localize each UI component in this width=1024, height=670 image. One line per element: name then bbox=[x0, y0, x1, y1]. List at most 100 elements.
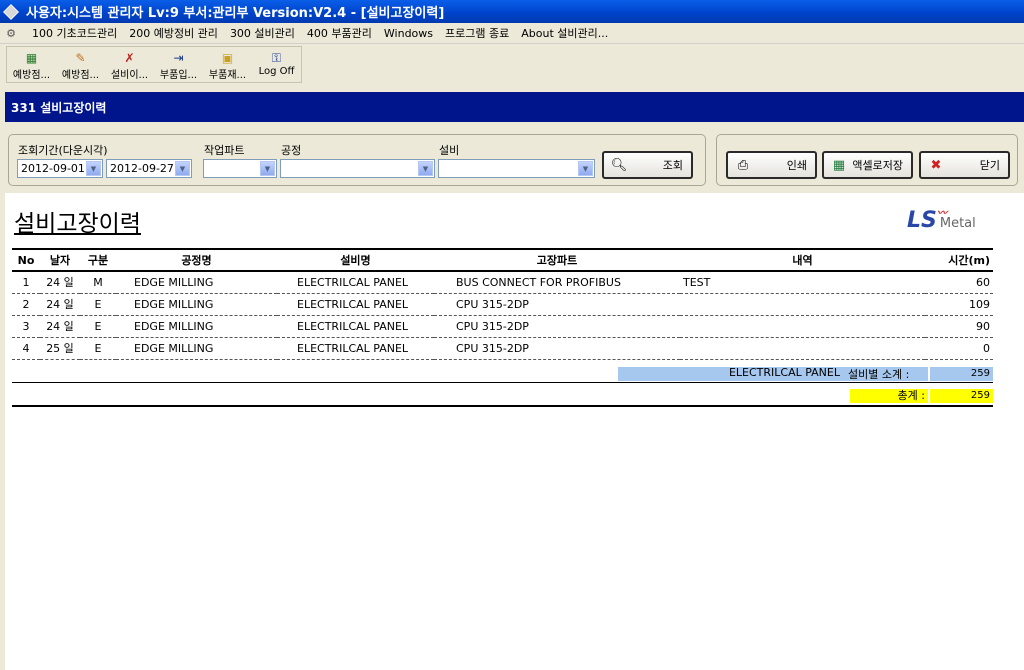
print-button[interactable]: ⎙ 인쇄 bbox=[726, 151, 817, 179]
logo-text: LS bbox=[907, 208, 937, 233]
toolbar-button-preventive-1[interactable]: ▦ 예방점... bbox=[7, 47, 56, 82]
action-panel: ⎙ 인쇄 ▦ 액셀로저장 ✖ 닫기 bbox=[716, 134, 1018, 186]
menu-bar: ⚙ 100 기초코드관리 200 예방정비 관리 300 설비관리 400 부품… bbox=[0, 23, 1024, 44]
process-label: 공정 bbox=[281, 144, 302, 157]
menu-basic-codes[interactable]: 100 기초코드관리 bbox=[26, 25, 123, 41]
cell-process: EDGE MILLING bbox=[116, 315, 277, 338]
subtotal-caption: 설비별 소계 : bbox=[848, 368, 910, 381]
toolbar-button-parts-in[interactable]: ⇥ 부품입... bbox=[154, 47, 203, 82]
col-process: 공정명 bbox=[116, 248, 277, 272]
print-button-label: 인쇄 bbox=[786, 159, 807, 172]
document-icon[interactable]: ⚙ bbox=[4, 26, 18, 40]
menu-windows[interactable]: Windows bbox=[378, 27, 439, 40]
window-titlebar: 사용자:시스템 관리자 Lv:9 부서:관리부 Version:V2.4 - [… bbox=[0, 0, 1024, 23]
toolbar-label: 부품입... bbox=[159, 70, 198, 81]
process-select[interactable]: ▼ bbox=[280, 159, 435, 178]
cell-type: E bbox=[80, 293, 116, 316]
toolbar-button-preventive-2[interactable]: ✎ 예방점... bbox=[56, 47, 105, 82]
cell-no: 1 bbox=[12, 271, 40, 294]
printer-icon: ⎙ bbox=[737, 157, 749, 173]
col-time: 시간(m) bbox=[925, 248, 993, 272]
cell-equipment: ELECTRILCAL PANEL bbox=[277, 337, 434, 360]
cell-process: EDGE MILLING bbox=[116, 293, 277, 316]
total-value: 259 bbox=[930, 389, 993, 403]
cell-date: 25 일 bbox=[40, 337, 80, 360]
excel-export-button[interactable]: ▦ 액셀로저장 bbox=[822, 151, 913, 179]
cell-time: 0 bbox=[925, 337, 993, 360]
toolbar-label: Log Off bbox=[258, 66, 295, 77]
table-row: 1 24 일 M EDGE MILLING ELECTRILCAL PANEL … bbox=[12, 271, 993, 294]
subtotal-row: ELECTRILCAL PANEL 설비별 소계 : 259 bbox=[12, 361, 993, 383]
failure-history-table: No 날자 구분 공정명 설비명 고장파트 내역 시간(m) 1 24 일 M … bbox=[12, 248, 993, 360]
total-caption: 총계 : bbox=[850, 389, 928, 403]
app-icon bbox=[3, 3, 19, 20]
chevron-down-icon[interactable]: ▼ bbox=[86, 161, 101, 176]
chevron-down-icon[interactable]: ▼ bbox=[175, 161, 190, 176]
equipment-label: 설비 bbox=[439, 144, 460, 157]
date-to-select[interactable]: 2012-09-27 ▼ bbox=[106, 159, 192, 178]
cell-no: 2 bbox=[12, 293, 40, 316]
form-header: 331 설비고장이력 bbox=[5, 92, 1024, 122]
toolbar: ▦ 예방점... ✎ 예방점... ✗ 설비이... ⇥ 부품입... ▣ 부품… bbox=[6, 46, 302, 83]
cell-date: 24 일 bbox=[40, 293, 80, 316]
ls-metal-logo: LS Metal 〰 bbox=[907, 208, 976, 233]
close-icon: ✖ bbox=[930, 157, 942, 173]
toolbar-button-parts-stock[interactable]: ▣ 부품재... bbox=[203, 47, 252, 82]
toolbar-button-equipment-history[interactable]: ✗ 설비이... bbox=[105, 47, 154, 82]
cell-failure-part: BUS CONNECT FOR PROFIBUS bbox=[434, 271, 680, 294]
cell-date: 24 일 bbox=[40, 271, 80, 294]
wrench-icon: ✗ bbox=[124, 51, 135, 65]
menu-parts[interactable]: 400 부품관리 bbox=[301, 25, 378, 41]
chevron-down-icon[interactable]: ▼ bbox=[418, 161, 433, 176]
date-to-value: 2012-09-27 bbox=[110, 162, 174, 175]
excel-button-label: 액셀로저장 bbox=[852, 159, 903, 172]
table-row: 3 24 일 E EDGE MILLING ELECTRILCAL PANEL … bbox=[12, 315, 993, 338]
excel-icon: ▦ bbox=[832, 157, 846, 173]
close-button[interactable]: ✖ 닫기 bbox=[919, 151, 1010, 179]
search-button[interactable]: 🔍︎ 조회 bbox=[602, 151, 693, 179]
equipment-select[interactable]: ▼ bbox=[438, 159, 595, 178]
cell-details bbox=[680, 315, 925, 338]
report-view: 설비고장이력 LS Metal 〰 No 날자 구분 공정명 설비명 고장파트 내… bbox=[5, 193, 1024, 670]
menu-about[interactable]: About 설비관리... bbox=[515, 25, 614, 41]
col-type: 구분 bbox=[80, 248, 116, 272]
cell-failure-part: CPU 315-2DP bbox=[434, 293, 680, 316]
search-icon: 🔍︎ bbox=[610, 157, 628, 173]
subtotal-equipment: ELECTRILCAL PANEL bbox=[728, 366, 840, 379]
cell-process: EDGE MILLING bbox=[116, 271, 277, 294]
col-failure-part: 고장파트 bbox=[434, 248, 680, 272]
part-label: 작업파트 bbox=[204, 144, 245, 157]
cell-equipment: ELECTRILCAL PANEL bbox=[277, 271, 434, 294]
date-from-select[interactable]: 2012-09-01 ▼ bbox=[17, 159, 103, 178]
search-panel: 조회기간(다운시각) 2012-09-01 ▼ 2012-09-27 ▼ 작업파… bbox=[8, 134, 706, 186]
cell-type: M bbox=[80, 271, 116, 294]
cell-date: 24 일 bbox=[40, 315, 80, 338]
date-from-value: 2012-09-01 bbox=[21, 162, 85, 175]
close-button-label: 닫기 bbox=[979, 159, 1000, 172]
cell-details bbox=[680, 337, 925, 360]
cell-type: E bbox=[80, 337, 116, 360]
folder-icon: ▣ bbox=[221, 51, 234, 65]
table-row: 2 24 일 E EDGE MILLING ELECTRILCAL PANEL … bbox=[12, 293, 993, 316]
chevron-down-icon[interactable]: ▼ bbox=[260, 161, 275, 176]
cell-details bbox=[680, 293, 925, 316]
logo-swoosh-icon: 〰 bbox=[937, 208, 947, 219]
menu-exit[interactable]: 프로그램 종료 bbox=[439, 25, 515, 41]
col-details: 내역 bbox=[680, 248, 925, 272]
calendar-icon: ▦ bbox=[25, 51, 38, 65]
table-row: 4 25 일 E EDGE MILLING ELECTRILCAL PANEL … bbox=[12, 337, 993, 360]
toolbar-button-log-off[interactable]: ⚿ Log Off bbox=[252, 47, 301, 82]
part-select[interactable]: ▼ bbox=[203, 159, 277, 178]
cell-details: TEST bbox=[680, 271, 925, 294]
key-icon: ⚿ bbox=[271, 51, 282, 65]
cell-failure-part: CPU 315-2DP bbox=[434, 337, 680, 360]
period-label: 조회기간(다운시각) bbox=[18, 144, 108, 157]
window-title: 사용자:시스템 관리자 Lv:9 부서:관리부 Version:V2.4 - [… bbox=[26, 6, 445, 21]
menu-equipment[interactable]: 300 설비관리 bbox=[224, 25, 301, 41]
cell-time: 90 bbox=[925, 315, 993, 338]
import-icon: ⇥ bbox=[173, 51, 184, 65]
cell-type: E bbox=[80, 315, 116, 338]
subtotal-value: 259 bbox=[930, 367, 993, 381]
chevron-down-icon[interactable]: ▼ bbox=[578, 161, 593, 176]
menu-preventive-maintenance[interactable]: 200 예방정비 관리 bbox=[123, 25, 224, 41]
